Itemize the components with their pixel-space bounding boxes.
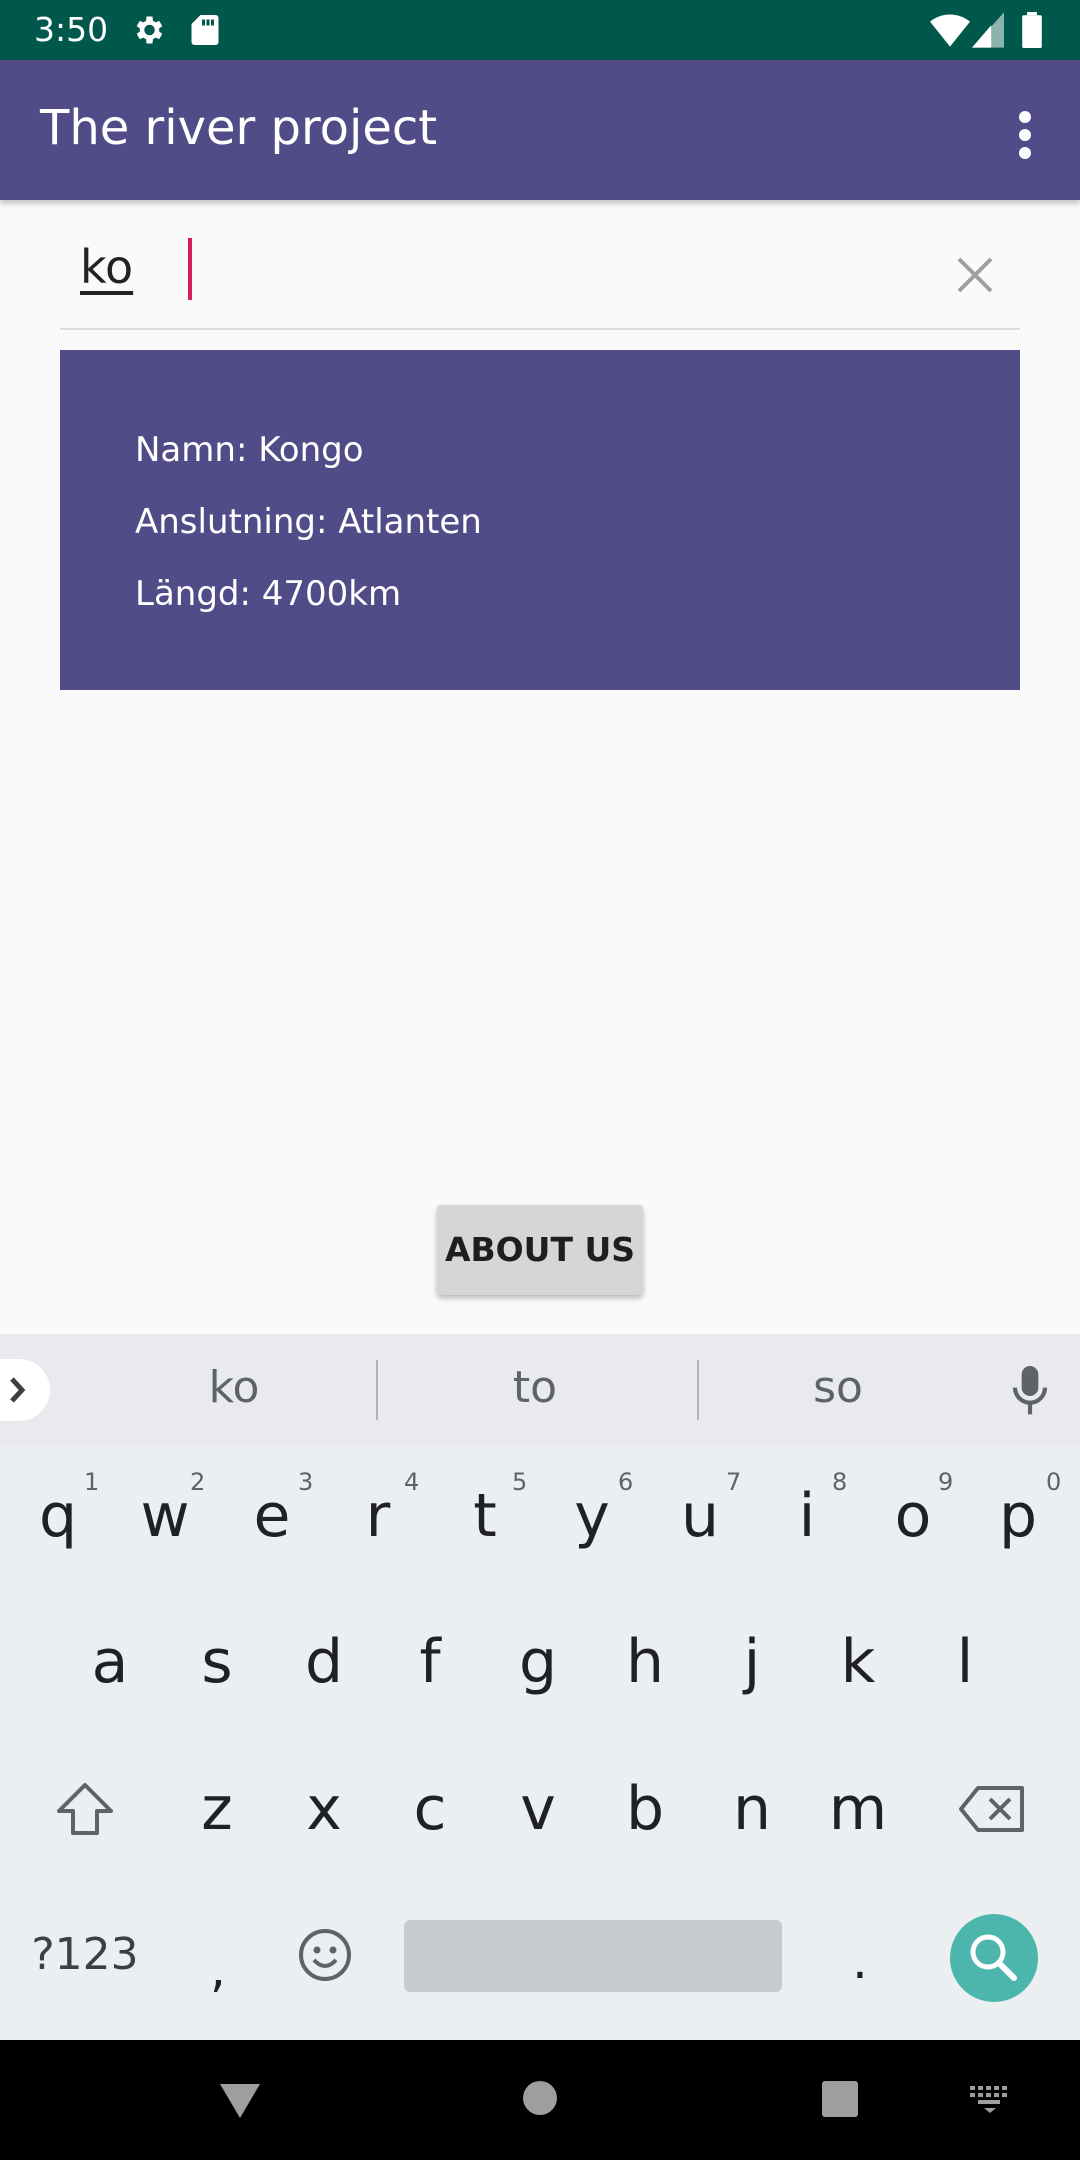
battery-icon bbox=[1022, 12, 1042, 52]
suggestion-1[interactable]: ko bbox=[134, 1362, 334, 1413]
more-options-button[interactable] bbox=[1000, 105, 1050, 165]
suggestion-divider bbox=[376, 1360, 378, 1420]
status-time: 3:50 bbox=[34, 10, 109, 49]
key-hint-1: 1 bbox=[84, 1468, 100, 1496]
key-z[interactable]: z bbox=[167, 1754, 267, 1864]
period-key[interactable]: . bbox=[810, 1906, 910, 2016]
soft-keyboard: ko to so q w e r t y u i o p 1 2 3 4 5 6… bbox=[0, 1334, 1080, 2040]
expand-suggestions-button[interactable] bbox=[0, 1359, 50, 1421]
shift-key[interactable] bbox=[35, 1754, 135, 1864]
mic-icon[interactable] bbox=[1010, 1364, 1050, 1422]
space-key[interactable] bbox=[404, 1920, 782, 1992]
chevron-right-icon bbox=[10, 1377, 26, 1403]
river-result-card[interactable]: Namn: Kongo Anslutning: Atlanten Längd: … bbox=[60, 350, 1020, 690]
key-l[interactable]: l bbox=[915, 1607, 1015, 1717]
suggestion-strip: ko to so bbox=[0, 1334, 1080, 1446]
symbols-key[interactable]: ?123 bbox=[20, 1900, 150, 2010]
key-hint-0: 0 bbox=[1046, 1468, 1062, 1496]
home-icon[interactable] bbox=[522, 2080, 558, 2120]
key-s[interactable]: s bbox=[167, 1607, 267, 1717]
emoji-icon bbox=[299, 1929, 351, 1981]
key-hint-4: 4 bbox=[404, 1468, 420, 1496]
search-action-key[interactable] bbox=[950, 1914, 1038, 2002]
app-bar: The river project bbox=[0, 60, 1080, 200]
key-b[interactable]: b bbox=[595, 1754, 695, 1864]
signal-icon bbox=[972, 12, 1004, 52]
key-g[interactable]: g bbox=[488, 1607, 588, 1717]
sd-card-icon bbox=[190, 12, 220, 52]
status-bar: 3:50 bbox=[0, 0, 1080, 60]
about-us-button[interactable]: ABOUT US bbox=[437, 1205, 643, 1295]
suggestion-3[interactable]: so bbox=[738, 1362, 938, 1413]
key-hint-6: 6 bbox=[618, 1468, 634, 1496]
key-hint-2: 2 bbox=[190, 1468, 206, 1496]
emoji-key[interactable] bbox=[275, 1900, 375, 2010]
more-vert-icon bbox=[1019, 111, 1031, 159]
suggestion-divider bbox=[697, 1360, 699, 1420]
key-hint-7: 7 bbox=[726, 1468, 742, 1496]
search-field[interactable]: ko bbox=[60, 210, 1020, 330]
key-c[interactable]: c bbox=[380, 1754, 480, 1864]
river-name: Namn: Kongo bbox=[135, 430, 364, 470]
backspace-key[interactable] bbox=[943, 1754, 1043, 1864]
key-x[interactable]: x bbox=[274, 1754, 374, 1864]
search-icon bbox=[970, 1934, 1017, 1981]
key-hint-3: 3 bbox=[298, 1468, 314, 1496]
app-title: The river project bbox=[40, 100, 438, 156]
key-hint-5: 5 bbox=[512, 1468, 528, 1496]
key-d[interactable]: d bbox=[274, 1607, 374, 1717]
key-n[interactable]: n bbox=[702, 1754, 802, 1864]
key-v[interactable]: v bbox=[488, 1754, 588, 1864]
river-connection: Anslutning: Atlanten bbox=[135, 502, 482, 542]
back-icon[interactable] bbox=[218, 2080, 262, 2124]
shift-icon bbox=[57, 1783, 113, 1835]
navigation-bar bbox=[0, 2040, 1080, 2160]
key-f[interactable]: f bbox=[380, 1607, 480, 1717]
settings-icon bbox=[130, 12, 166, 52]
key-j[interactable]: j bbox=[702, 1607, 802, 1717]
close-icon bbox=[957, 257, 993, 293]
search-input[interactable]: ko bbox=[80, 240, 133, 294]
text-cursor bbox=[188, 238, 192, 300]
backspace-icon bbox=[959, 1786, 1024, 1832]
clear-search-button[interactable] bbox=[945, 245, 1005, 305]
key-hint-8: 8 bbox=[832, 1468, 848, 1496]
suggestion-2[interactable]: to bbox=[435, 1362, 635, 1413]
wifi-icon bbox=[930, 12, 970, 52]
river-length: Längd: 4700km bbox=[135, 574, 402, 614]
key-hint-9: 9 bbox=[938, 1468, 954, 1496]
key-k[interactable]: k bbox=[808, 1607, 908, 1717]
comma-key[interactable]: , bbox=[168, 1914, 268, 2024]
keyboard-switch-icon[interactable] bbox=[970, 2086, 1010, 2118]
key-m[interactable]: m bbox=[808, 1754, 908, 1864]
recents-icon[interactable] bbox=[821, 2080, 859, 2122]
key-a[interactable]: a bbox=[60, 1607, 160, 1717]
key-h[interactable]: h bbox=[595, 1607, 695, 1717]
